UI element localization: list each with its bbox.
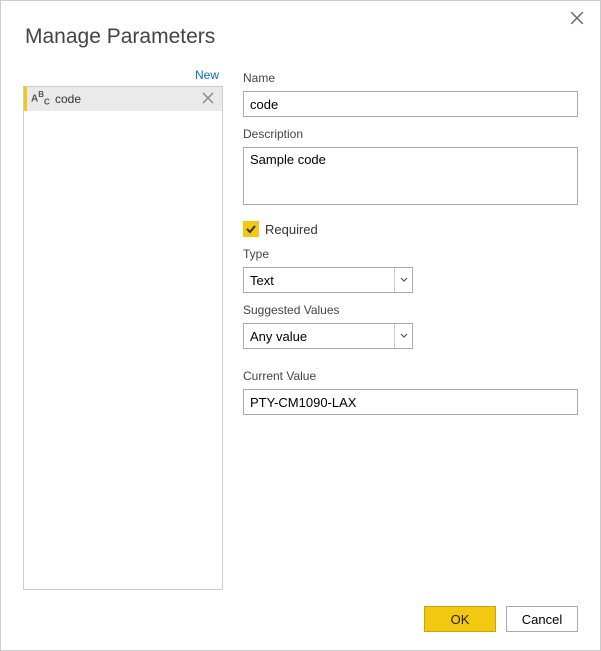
suggested-values-label: Suggested Values [243, 303, 578, 317]
dialog-body: New ABC code Name Description [23, 67, 578, 590]
description-label: Description [243, 127, 578, 141]
current-value-label: Current Value [243, 369, 578, 383]
parameter-list: ABC code [23, 86, 223, 590]
description-input[interactable] [243, 147, 578, 205]
type-label: Type [243, 247, 578, 261]
suggested-values-select-wrap: Any value [243, 323, 413, 349]
parameter-item-name: code [55, 92, 196, 106]
dialog-footer: OK Cancel [23, 590, 578, 632]
ok-button[interactable]: OK [424, 606, 496, 632]
name-input[interactable] [243, 91, 578, 117]
type-select[interactable]: Text [243, 267, 413, 293]
close-icon[interactable] [570, 11, 586, 27]
type-select-wrap: Text [243, 267, 413, 293]
parameter-form: Name Description Required Type Text Sugg… [243, 67, 578, 590]
parameter-list-pane: New ABC code [23, 67, 223, 590]
text-type-icon: ABC [31, 91, 49, 106]
parameter-list-item[interactable]: ABC code [24, 87, 222, 111]
new-parameter-link[interactable]: New [195, 68, 219, 82]
name-label: Name [243, 71, 578, 85]
suggested-values-select[interactable]: Any value [243, 323, 413, 349]
new-row: New [23, 67, 223, 86]
required-row: Required [243, 221, 578, 237]
dialog-title: Manage Parameters [25, 25, 578, 49]
current-value-input[interactable] [243, 389, 578, 415]
manage-parameters-dialog: Manage Parameters New ABC code Name Desc… [0, 0, 601, 651]
cancel-button[interactable]: Cancel [506, 606, 578, 632]
required-label: Required [265, 222, 318, 237]
required-checkbox[interactable] [243, 221, 259, 237]
delete-parameter-icon[interactable] [202, 92, 216, 106]
